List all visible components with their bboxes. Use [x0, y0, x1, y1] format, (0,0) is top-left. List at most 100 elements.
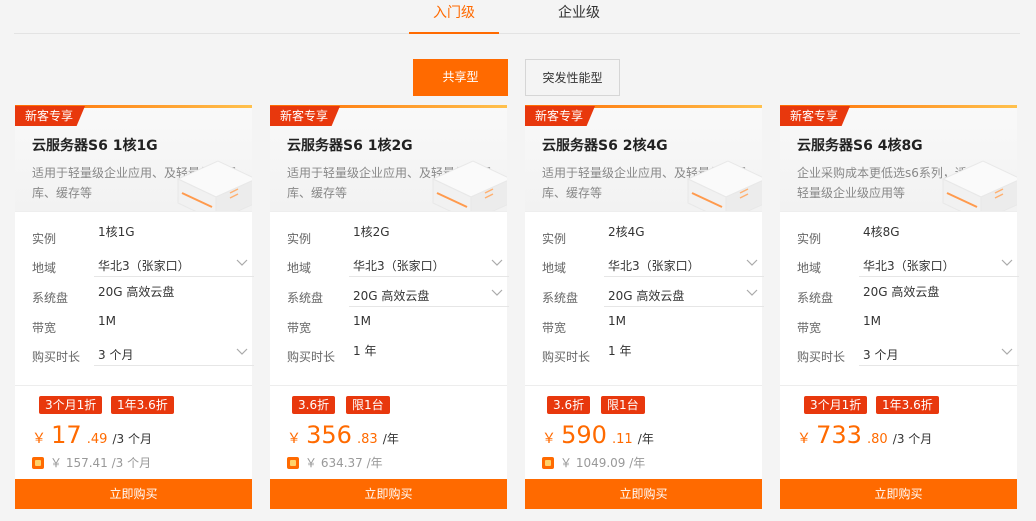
disk-select[interactable]: 20G 高效云盘 [604, 281, 764, 307]
bandwidth-value: 1M [608, 314, 626, 328]
spec-instance: 实例 1核2G [287, 222, 497, 252]
discount-tag-icon [287, 457, 299, 469]
region-select[interactable]: 华北3（张家口） [94, 251, 254, 277]
promo-tag: 1年3.6折 [876, 396, 939, 414]
spec-instance: 实例 2核4G [542, 222, 752, 252]
region-label: 地域 [32, 261, 57, 275]
subtab-burst-performance[interactable]: 突发性能型 [525, 59, 620, 96]
buy-now-button[interactable]: 立即购买 [525, 479, 762, 509]
discount-tag-icon [32, 457, 44, 469]
duration-label: 购买时长 [287, 350, 336, 364]
spec-bandwidth: 带宽 1M [542, 311, 752, 341]
duration-label: 购买时长 [797, 350, 846, 364]
duration-value: 3 个月 [863, 348, 899, 362]
spec-duration: 购买时长 1 年 [542, 340, 752, 370]
disk-label: 系统盘 [797, 291, 834, 305]
spec-disk: 系统盘 20G 高效云盘 [287, 281, 509, 311]
promo-tag: 3个月1折 [39, 396, 103, 414]
divider [15, 385, 252, 386]
divider [780, 385, 1017, 386]
disk-label: 系统盘 [32, 291, 69, 305]
instance-label: 实例 [32, 232, 57, 246]
original-price: ￥ 157.41 /3 个月 [32, 454, 151, 471]
promo-tag: 3.6折 [292, 396, 336, 414]
duration-select[interactable]: 3 个月 [859, 340, 1019, 366]
promo-tag: 3个月1折 [804, 396, 868, 414]
buy-now-button[interactable]: 立即购买 [270, 479, 507, 509]
new-customer-badge: 新客专享 [15, 106, 86, 126]
server-illustration-icon [431, 160, 507, 211]
tab-enterprise-level[interactable]: 企业级 [534, 4, 624, 34]
spec-region: 地域 华北3（张家口） [32, 251, 254, 281]
chevron-down-icon [746, 259, 758, 266]
region-label: 地域 [287, 261, 312, 275]
region-select[interactable]: 华北3（张家口） [349, 251, 509, 277]
spec-bandwidth: 带宽 1M [287, 311, 497, 341]
duration-label: 购买时长 [542, 350, 591, 364]
divider [270, 385, 507, 386]
region-value: 华北3（张家口） [608, 259, 700, 273]
spec-instance: 实例 1核1G [32, 222, 242, 252]
price-unit: /3 个月 [112, 432, 153, 446]
promo-tag: 3.6折 [547, 396, 591, 414]
subtab-shared[interactable]: 共享型 [413, 59, 508, 96]
instance-value: 2核4G [608, 225, 645, 239]
tab-entry-level[interactable]: 入门级 [409, 4, 499, 34]
duration-value: 1 年 [608, 344, 632, 358]
spec-disk: 系统盘 20G 高效云盘 [32, 281, 242, 311]
disk-field: 20G 高效云盘 [94, 281, 254, 307]
chevron-down-icon [746, 289, 758, 296]
spec-bandwidth: 带宽 1M [32, 311, 242, 341]
disk-value: 20G 高效云盘 [863, 285, 940, 299]
price: ￥ 590 .11 /年 [542, 421, 654, 449]
bandwidth-value: 1M [98, 314, 116, 328]
disk-label: 系统盘 [542, 291, 579, 305]
card-header: 新客专享 云服务器S6 4核8G 企业采购成本更低选s6系列，适用于轻量级企业级… [780, 105, 1017, 212]
price-integer: 590 [561, 421, 607, 449]
disk-value: 20G 高效云盘 [353, 289, 430, 303]
buy-now-button[interactable]: 立即购买 [780, 479, 1017, 509]
bandwidth-label: 带宽 [542, 321, 567, 335]
card-title: 云服务器S6 2核4G [542, 138, 668, 154]
region-value: 华北3（张家口） [863, 259, 955, 273]
instance-value: 4核8G [863, 225, 900, 239]
spec-disk: 系统盘 20G 高效云盘 [797, 281, 1007, 311]
price: ￥ 733 .80 /3 个月 [797, 421, 932, 449]
instance-label: 实例 [542, 232, 567, 246]
chevron-down-icon [491, 259, 503, 266]
region-select[interactable]: 华北3（张家口） [859, 251, 1019, 277]
currency-symbol: ￥ [797, 431, 811, 447]
disk-value: 20G 高效云盘 [608, 289, 685, 303]
server-illustration-icon [941, 160, 1017, 211]
card-title: 云服务器S6 4核8G [797, 138, 923, 154]
duration-select[interactable]: 3 个月 [94, 340, 254, 366]
price-decimal: .49 [86, 432, 108, 447]
chevron-down-icon [236, 348, 248, 355]
spec-duration: 购买时长 3 个月 [32, 340, 254, 370]
product-card: 新客专享 云服务器S6 2核4G 适用于轻量级企业应用、及轻量级数据库、缓存等 … [525, 105, 764, 509]
price-integer: 733 [816, 421, 862, 449]
disk-select[interactable]: 20G 高效云盘 [349, 281, 509, 307]
price-decimal: .83 [357, 432, 378, 447]
region-select[interactable]: 华北3（张家口） [604, 251, 764, 277]
region-label: 地域 [542, 261, 567, 275]
card-title: 云服务器S6 1核1G [32, 138, 158, 154]
original-price: ￥ 1049.09 /年 [542, 454, 645, 471]
promo-tag: 1年3.6折 [111, 396, 174, 414]
new-customer-badge: 新客专享 [525, 106, 596, 126]
price-integer: 356 [306, 421, 352, 449]
chevron-down-icon [236, 259, 248, 266]
spec-region: 地域 华北3（张家口） [797, 251, 1019, 281]
bandwidth-label: 带宽 [287, 321, 312, 335]
spec-region: 地域 华北3（张家口） [542, 251, 764, 281]
chevron-down-icon [1001, 348, 1013, 355]
disk-field: 20G 高效云盘 [859, 281, 1019, 307]
original-price: ￥ 634.37 /年 [287, 454, 383, 471]
spec-bandwidth: 带宽 1M [797, 311, 1007, 341]
price-unit: /3 个月 [892, 432, 933, 446]
duration-label: 购买时长 [32, 350, 81, 364]
buy-now-button[interactable]: 立即购买 [15, 479, 252, 509]
currency-symbol: ￥ [287, 431, 301, 447]
region-value: 华北3（张家口） [98, 259, 190, 273]
new-customer-badge: 新客专享 [780, 106, 851, 126]
